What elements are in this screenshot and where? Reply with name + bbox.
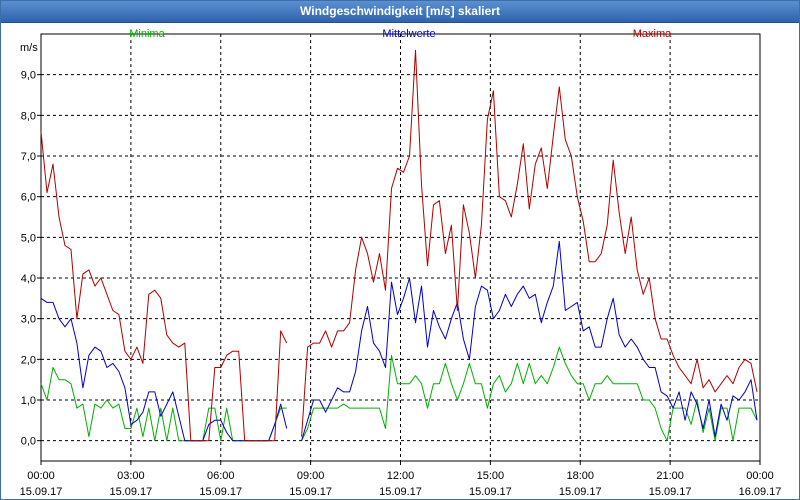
x-tick-time: 00:00 xyxy=(27,470,55,482)
legend-item-mittelwerte: Mittelwerte xyxy=(382,28,435,40)
x-tick-date: 15.09.17 xyxy=(649,486,692,498)
x-tick-date: 15.09.17 xyxy=(199,486,242,498)
x-tick-date: 15.09.17 xyxy=(379,486,422,498)
y-tick-label: 4,0 xyxy=(21,273,36,285)
x-tick-time: 03:00 xyxy=(117,470,145,482)
x-tick-date: 15.09.17 xyxy=(109,486,152,498)
y-tick-label: 0,0 xyxy=(21,436,36,448)
y-tick-label: 8,0 xyxy=(21,110,36,122)
legend-item-maxima: Maxima xyxy=(633,28,672,40)
y-tick-label: 3,0 xyxy=(21,314,36,326)
x-tick-date: 15.09.17 xyxy=(20,486,63,498)
y-tick-label: 6,0 xyxy=(21,192,36,204)
x-tick-time: 00:00 xyxy=(746,470,774,482)
legend-item-minima: Minima xyxy=(129,28,165,40)
y-tick-label: 1,0 xyxy=(21,395,36,407)
x-tick-date: 15.09.17 xyxy=(469,486,512,498)
y-axis-unit-label: m/s xyxy=(20,42,38,54)
x-tick-time: 15:00 xyxy=(477,470,505,482)
x-tick-time: 09:00 xyxy=(297,470,325,482)
x-tick-date: 15.09.17 xyxy=(559,486,602,498)
y-tick-label: 5,0 xyxy=(21,232,36,244)
y-tick-label: 7,0 xyxy=(21,151,36,163)
x-tick-time: 21:00 xyxy=(656,470,684,482)
y-tick-label: 2,0 xyxy=(21,354,36,366)
chart-window: Windgeschwindigkeit [m/s] skaliert 0,0 1,… xyxy=(0,0,800,500)
x-tick-time: 18:00 xyxy=(566,470,594,482)
x-tick-time: 06:00 xyxy=(207,470,235,482)
y-tick-label: 9,0 xyxy=(21,70,36,82)
x-tick-date: 16.09.17 xyxy=(739,486,782,498)
x-tick-date: 15.09.17 xyxy=(289,486,332,498)
x-tick-time: 12:00 xyxy=(387,470,415,482)
wind-speed-chart: 0,0 1,0 2,0 3,0 4,0 5,0 6,0 7,0 8,0 9,0 00:00 15.09… xyxy=(20,28,782,498)
